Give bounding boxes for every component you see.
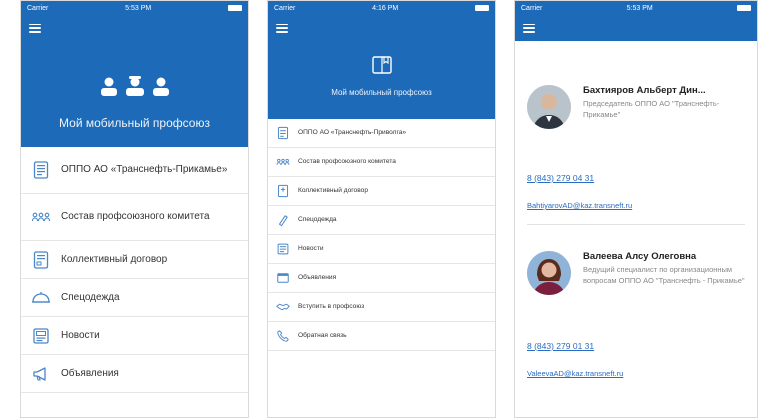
menu-item-label: Обратная связь xyxy=(298,331,347,339)
contact-email-link[interactable]: ValeevaAD@kaz.transneft.ru xyxy=(527,369,745,378)
menu-item-join-union[interactable]: Вступить в профсоюз xyxy=(268,293,495,322)
contract-icon xyxy=(31,250,51,270)
menu-item-announcements[interactable]: Объявления xyxy=(21,355,248,393)
menu-item-feedback[interactable]: Обратная связь xyxy=(268,322,495,351)
hamburger-menu-icon[interactable] xyxy=(276,23,288,33)
menu-item-label: ОППО АО «Транснефть-Прикамье» xyxy=(61,164,228,176)
megaphone-icon xyxy=(31,364,51,384)
contact-card: Бахтияров Альберт Дин... Председатель ОП… xyxy=(515,41,757,225)
menu-item-announcements[interactable]: Объявления xyxy=(268,264,495,293)
menu-item-label: Коллективный договор xyxy=(61,253,168,265)
contact-phone-link[interactable]: 8 (843) 279 04 31 xyxy=(527,173,745,183)
handshake-icon xyxy=(276,300,290,314)
menu-item-news[interactable]: Новости xyxy=(21,317,248,355)
news-icon xyxy=(276,242,290,256)
menu-item-label: ОППО АО «Транснефть-Приволга» xyxy=(298,128,407,136)
battery-icon xyxy=(228,5,242,11)
navbar xyxy=(515,15,757,41)
hamburger-menu-icon[interactable] xyxy=(523,23,535,33)
avatar xyxy=(527,251,571,295)
menu-item-organization[interactable]: ОППО АО «Транснефть-Приволга» xyxy=(268,119,495,148)
battery-icon xyxy=(475,5,489,11)
phone-icon xyxy=(276,329,290,343)
contact-name: Валеева Алсу Олеговна xyxy=(583,251,697,262)
status-bar: Carrier 5:53 PM xyxy=(515,1,757,15)
document-icon xyxy=(31,160,51,180)
workwear-icon xyxy=(31,288,51,308)
carrier-label: Carrier xyxy=(521,4,543,12)
contact-header: Валеева Алсу Олеговна Ведущий специалист… xyxy=(527,225,745,295)
menu-item-contract[interactable]: Коллективный договор xyxy=(21,241,248,279)
main-menu: ОППО АО «Транснефть-Прикамье» Состав про… xyxy=(21,147,248,393)
navbar xyxy=(268,15,495,41)
menu-item-label: Состав профсоюзного комитета xyxy=(61,211,210,223)
menu-item-label: Спецодежда xyxy=(61,291,120,303)
menu-item-label: Новости xyxy=(61,329,100,341)
document-icon xyxy=(276,126,290,140)
contact-links: 8 (843) 279 04 31 BahtiyarovAD@kaz.trans… xyxy=(527,129,745,210)
status-time: 5:53 PM xyxy=(125,4,152,12)
carrier-label: Carrier xyxy=(274,4,296,12)
menu-item-label: Новости xyxy=(298,244,324,252)
status-time: 4:16 PM xyxy=(372,4,399,12)
status-time: 5:53 PM xyxy=(626,4,653,12)
contact-phone-link[interactable]: 8 (843) 279 01 31 xyxy=(527,341,745,351)
menu-item-label: Объявления xyxy=(298,273,337,281)
app-title: Мой мобильный профсоюз xyxy=(331,88,432,97)
workwear-icon xyxy=(276,213,290,227)
contact-links: 8 (843) 279 01 31 ValeevaAD@kaz.transnef… xyxy=(527,295,745,378)
board-icon xyxy=(276,271,290,285)
menu-item-label: Коллективный договор xyxy=(298,186,368,194)
status-bar: Carrier 4:16 PM xyxy=(268,1,495,15)
phone-screen-main-menu: Carrier 5:53 PM Мой мобильный профсоюз О… xyxy=(20,0,249,418)
menu-item-label: Вступить в профсоюз xyxy=(298,302,365,310)
menu-item-organization[interactable]: ОППО АО «Транснефть-Прикамье» xyxy=(21,147,248,194)
menu-item-workwear[interactable]: Спецодежда xyxy=(21,279,248,317)
people-icon xyxy=(276,155,290,169)
contact-info: Валеева Алсу Олеговна Ведущий специалист… xyxy=(583,251,745,287)
workers-logo-icon xyxy=(95,76,175,101)
contact-info: Бахтияров Альберт Дин... Председатель ОП… xyxy=(583,85,745,121)
hamburger-menu-icon[interactable] xyxy=(29,23,41,33)
menu-item-label: Объявления xyxy=(61,367,119,379)
contact-name: Бахтияров Альберт Дин... xyxy=(583,85,706,96)
navbar xyxy=(21,15,248,41)
book-logo-icon xyxy=(371,56,393,79)
people-icon xyxy=(31,207,51,227)
battery-icon xyxy=(737,5,751,11)
contract-icon xyxy=(276,184,290,198)
menu-item-contract[interactable]: Коллективный договор xyxy=(268,177,495,206)
phone-screen-committee-contacts: Carrier 5:53 PM Бахтияров Альберт Дин...… xyxy=(514,0,758,418)
menu-item-label: Состав профсоюзного комитета xyxy=(298,157,396,165)
avatar xyxy=(527,85,571,129)
contact-email-link[interactable]: BahtiyarovAD@kaz.transneft.ru xyxy=(527,201,745,210)
contact-card: Валеева Алсу Олеговна Ведущий специалист… xyxy=(515,225,757,378)
status-bar: Carrier 5:53 PM xyxy=(21,1,248,15)
menu-item-committee[interactable]: Состав профсоюзного комитета xyxy=(21,194,248,241)
phone-screen-side-menu: Carrier 4:16 PM Мой мобильный профсоюз О… xyxy=(267,0,496,418)
menu-item-committee[interactable]: Состав профсоюзного комитета xyxy=(268,148,495,177)
menu-item-news[interactable]: Новости xyxy=(268,235,495,264)
app-hero: Мой мобильный профсоюз xyxy=(268,41,495,119)
menu-item-workwear[interactable]: Спецодежда xyxy=(268,206,495,235)
news-icon xyxy=(31,326,51,346)
contact-header: Бахтияров Альберт Дин... Председатель ОП… xyxy=(527,41,745,129)
contact-role: Председатель ОППО АО "Транснефть- Прикам… xyxy=(583,99,720,119)
app-title: Мой мобильный профсоюз xyxy=(59,116,210,130)
contact-role: Ведущий специалист по организационным во… xyxy=(583,265,745,285)
app-hero: Мой мобильный профсоюз xyxy=(21,41,248,147)
side-menu: ОППО АО «Транснефть-Приволга» Состав про… xyxy=(268,119,495,351)
carrier-label: Carrier xyxy=(27,4,49,12)
menu-item-label: Спецодежда xyxy=(298,215,337,223)
